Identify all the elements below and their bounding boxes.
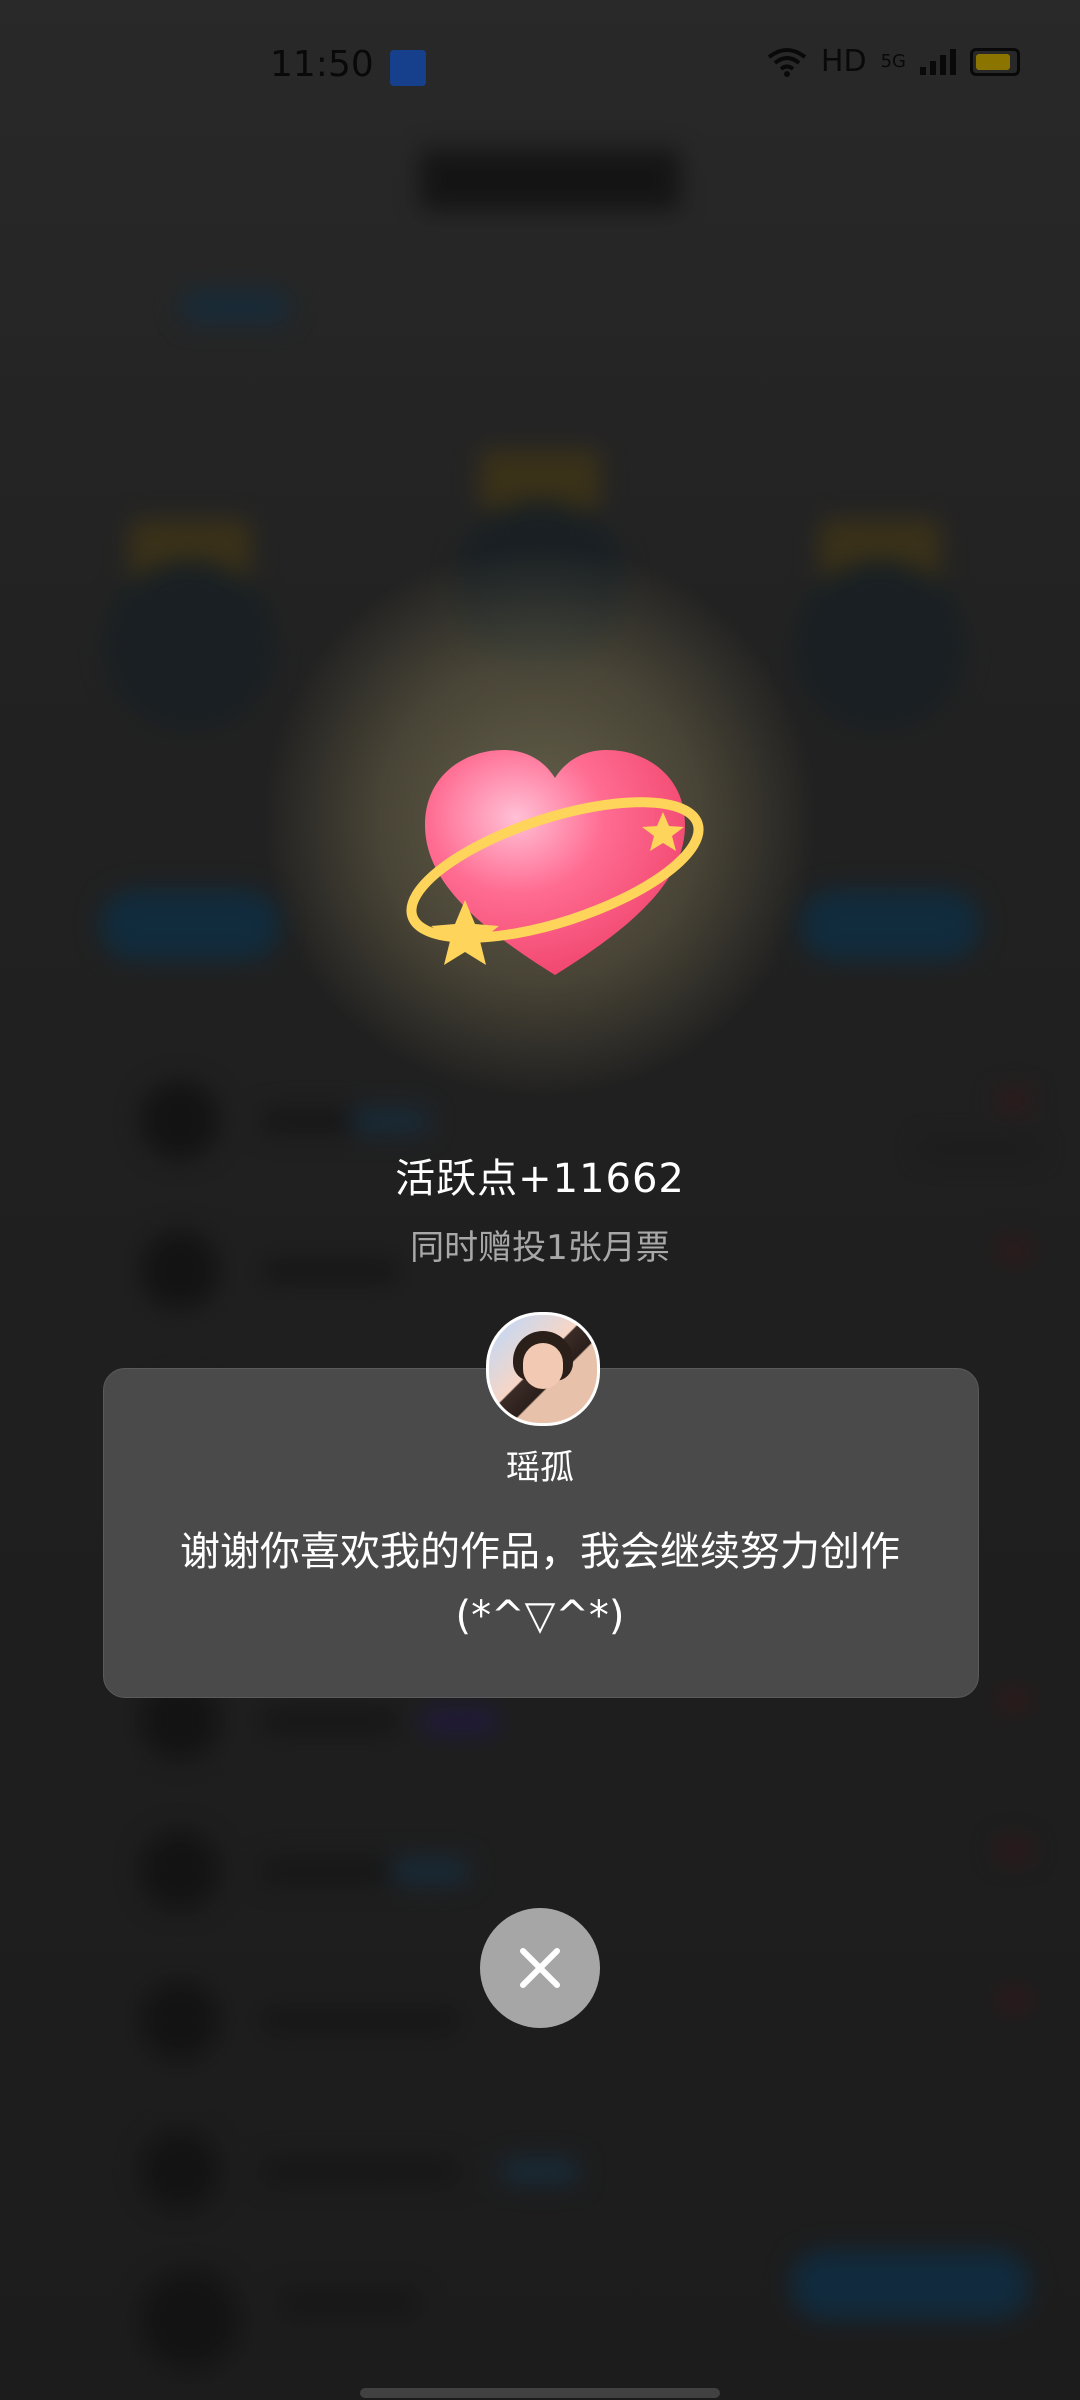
avatar-face	[523, 1343, 563, 1389]
close-icon	[520, 1948, 560, 1988]
heart-icon	[406, 750, 704, 975]
author-name: 瑶孤	[506, 1448, 574, 1488]
close-button[interactable]	[480, 1908, 600, 2028]
monthly-ticket-text: 同时赠投1张月票	[410, 1228, 670, 1268]
thank-you-message: 谢谢你喜欢我的作品，我会继续努力创作(*^▽^*)	[180, 1529, 900, 1639]
author-avatar[interactable]	[486, 1312, 600, 1426]
active-points-text: 活跃点+11662	[395, 1156, 685, 1202]
